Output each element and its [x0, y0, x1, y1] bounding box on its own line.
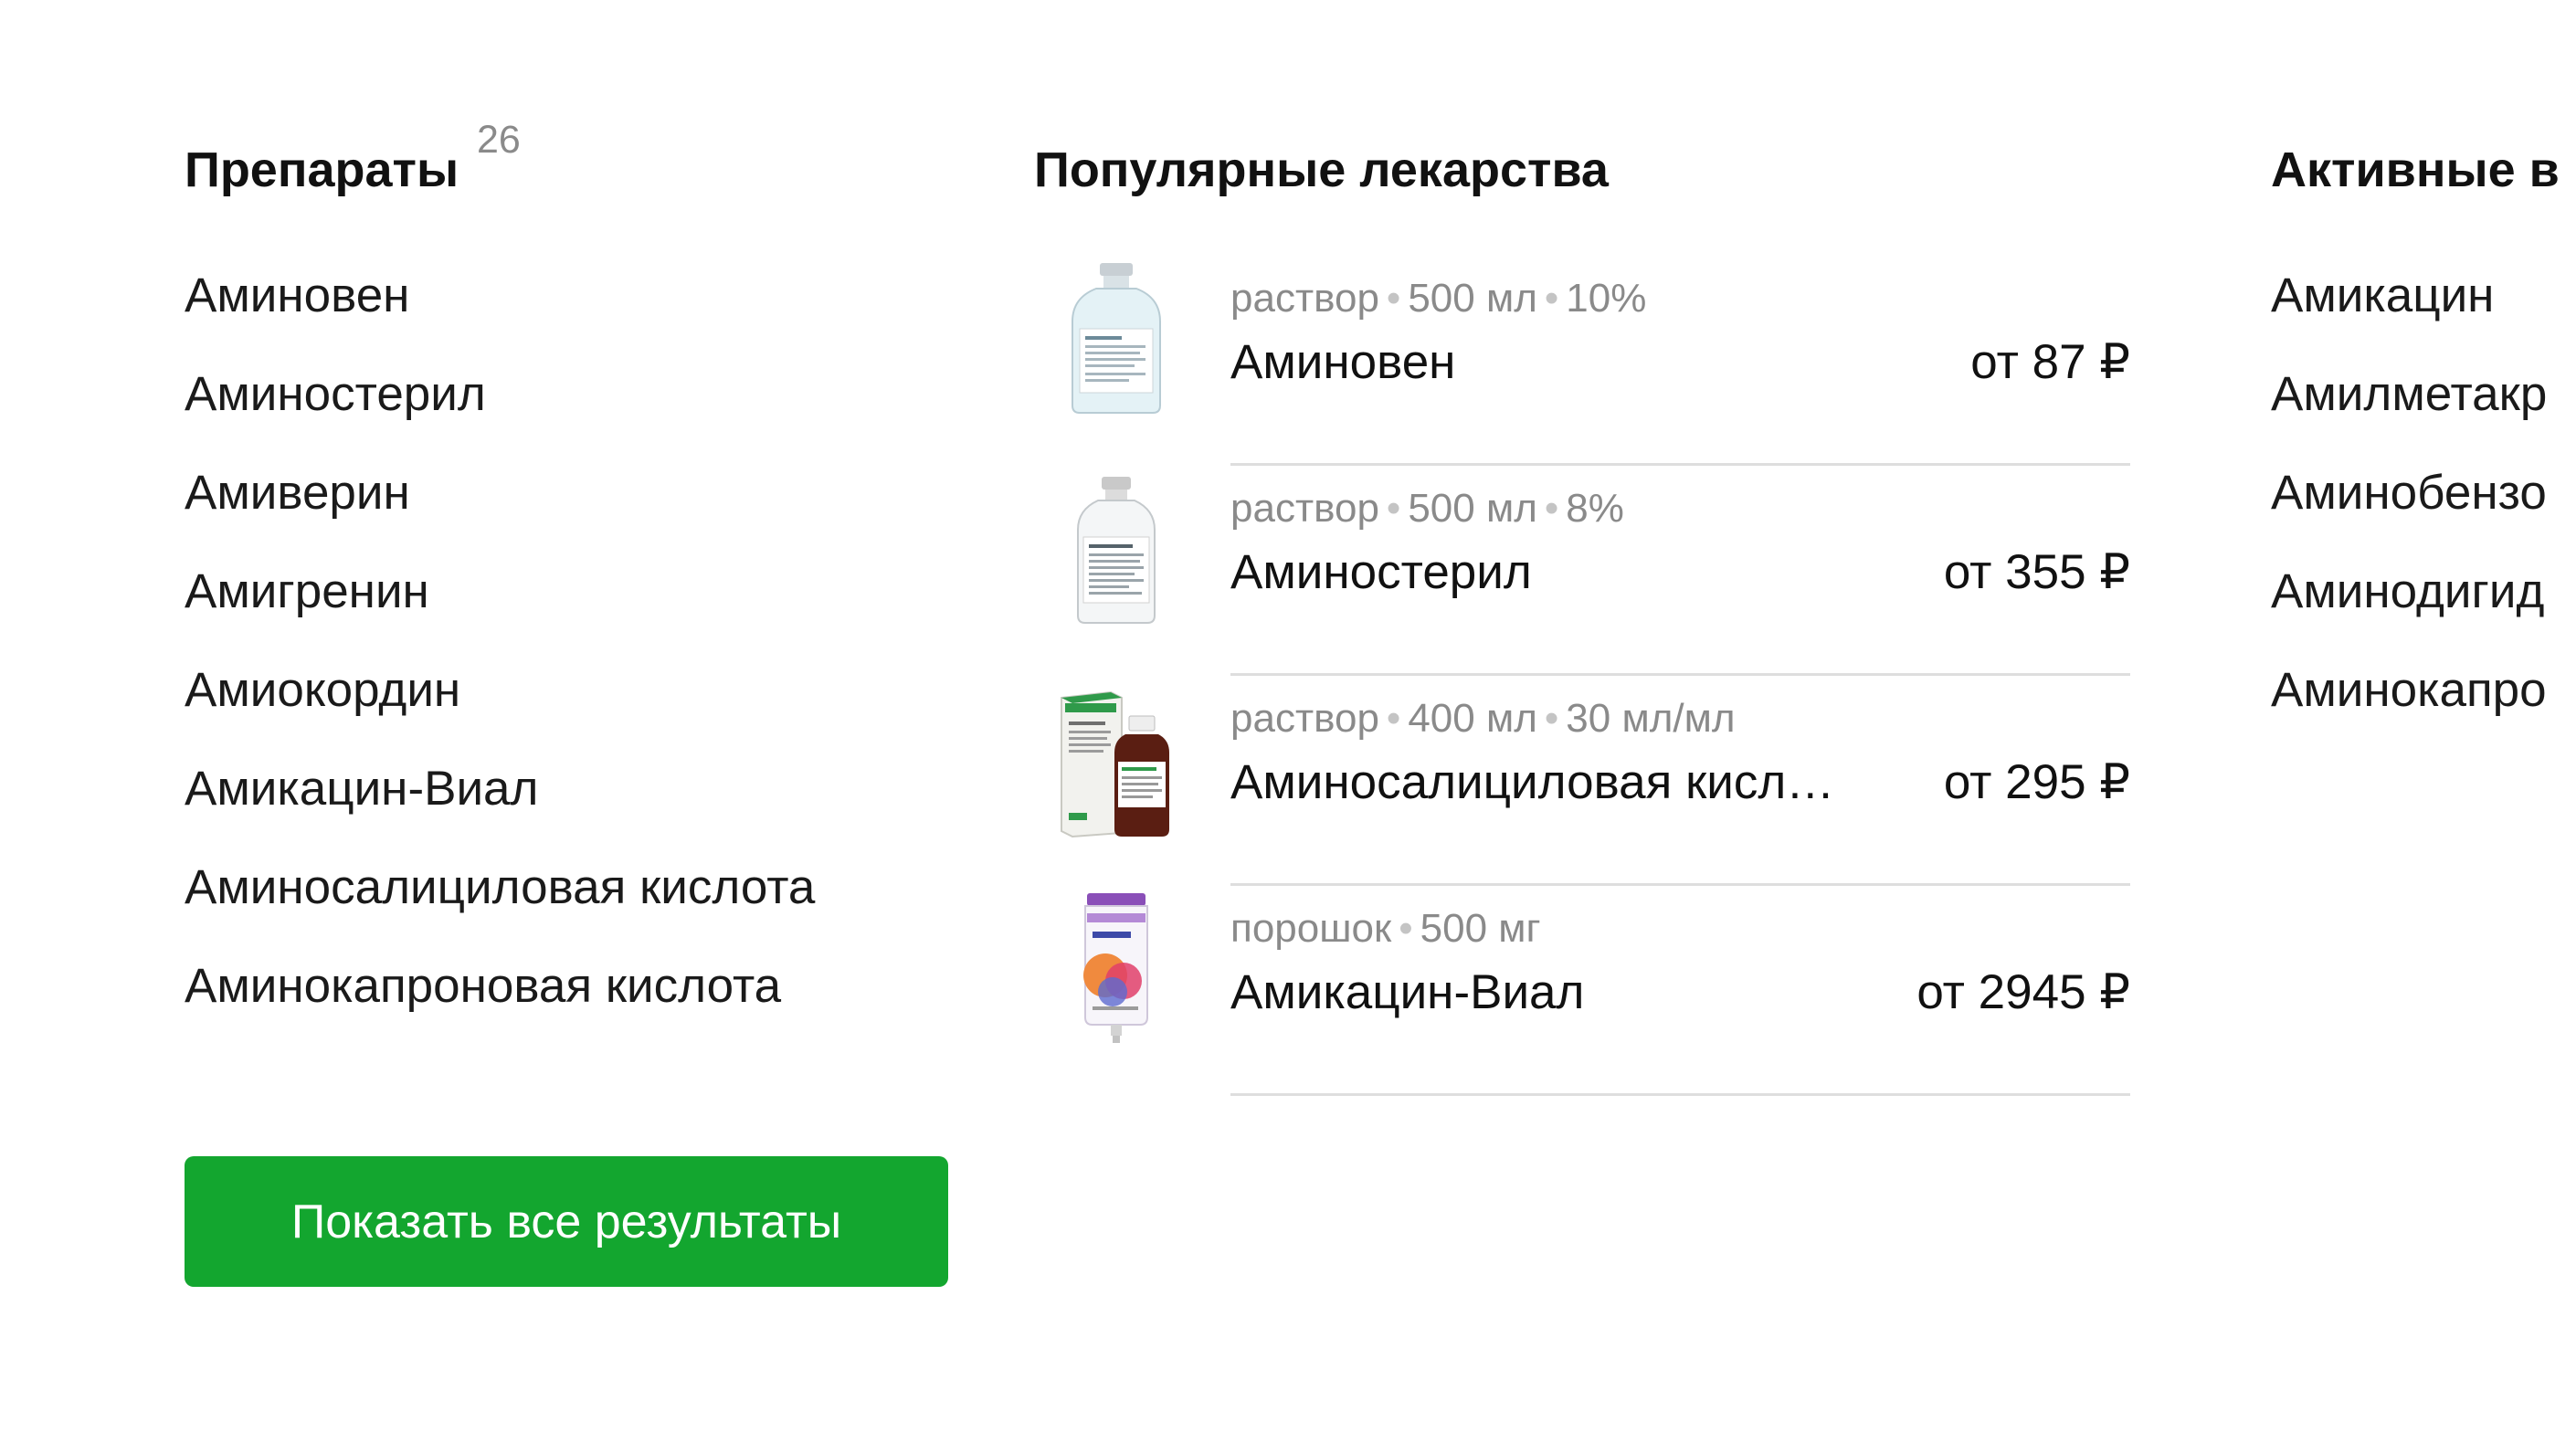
iv-bottle-icon	[1052, 473, 1180, 628]
popular-item-meta: раствор • 400 мл • 30 мл/мл	[1230, 696, 1736, 742]
separator-dot: •	[1386, 486, 1401, 531]
drug-item[interactable]: Аминостерил	[185, 362, 815, 460]
active-substances-title: Активные в	[2271, 142, 2560, 197]
strength: 10%	[1566, 276, 1647, 321]
drug-item[interactable]: Аминосалициловая кислота	[185, 855, 815, 953]
dosage-form: раствор	[1230, 486, 1379, 531]
popular-item-info: раствор • 500 мл • 8% Аминостерил от 355 ₽	[1230, 466, 2130, 676]
iv-bottle-icon	[1052, 261, 1180, 416]
active-substance-item[interactable]: Аминобензо	[2271, 460, 2547, 559]
popular-item-meta: раствор • 500 мл • 10%	[1230, 276, 1646, 321]
popular-item-name: Аминосалициловая кисл…	[1230, 755, 1835, 809]
popular-item-meta: порошок • 500 мг	[1230, 906, 1541, 952]
popular-item[interactable]: порошок • 500 мг Амикацин-Виал от 2945 ₽	[1034, 886, 2130, 1096]
separator-dot: •	[1399, 906, 1413, 951]
drug-item[interactable]: Аминовен	[185, 263, 815, 362]
volume: 500 мг	[1420, 906, 1541, 951]
separator-dot: •	[1544, 486, 1559, 531]
nutrition-pack-icon	[1052, 890, 1180, 1045]
popular-item-price: от 355 ₽	[1943, 545, 2130, 599]
popular-item-price: от 87 ₽	[1970, 335, 2130, 389]
popular-item[interactable]: раствор • 400 мл • 30 мл/мл Аминосалициловая…	[1034, 676, 2130, 886]
popular-item-price: от 2945 ₽	[1916, 965, 2130, 1019]
drug-item[interactable]: Амикацин-Виал	[185, 756, 815, 855]
active-substance-item[interactable]: Аминодигид	[2271, 559, 2547, 658]
popular-title: Популярные лекарства	[1034, 142, 1609, 197]
box-and-bottle-icon	[1052, 685, 1180, 840]
popular-item-name: Амикацин-Виал	[1230, 965, 1585, 1019]
popular-item[interactable]: раствор • 500 мл • 10% Аминовен от 87 ₽	[1034, 256, 2130, 466]
popular-item-info: раствор • 500 мл • 10% Аминовен от 87 ₽	[1230, 256, 2130, 466]
popular-item-info: раствор • 400 мл • 30 мл/мл Аминосалициловая…	[1230, 676, 2130, 886]
dosage-form: раствор	[1230, 696, 1379, 741]
drug-item[interactable]: Аминокапроновая кислота	[185, 953, 815, 1052]
popular-item-name: Аминостерил	[1230, 545, 1532, 599]
drugs-count: 26	[477, 118, 521, 162]
volume: 500 мл	[1408, 486, 1537, 531]
drugs-title: Препараты	[185, 142, 459, 197]
active-substances-column: Активные в Амикацин Амилметакр Аминобенз…	[2271, 0, 2576, 1443]
separator-dot: •	[1544, 696, 1559, 741]
show-all-results-button[interactable]: Показать все результаты	[185, 1156, 948, 1287]
popular-item-meta: раствор • 500 мл • 8%	[1230, 486, 1624, 532]
active-substance-item[interactable]: Амикацин	[2271, 263, 2547, 362]
popular-item-info: порошок • 500 мг Амикацин-Виал от 2945 ₽	[1230, 886, 2130, 1096]
drug-item[interactable]: Амиверин	[185, 460, 815, 559]
popular-item-price: от 295 ₽	[1943, 755, 2130, 809]
strength: 30 мл/мл	[1566, 696, 1736, 741]
separator-dot: •	[1386, 696, 1401, 741]
separator-dot: •	[1544, 276, 1559, 321]
dosage-form: раствор	[1230, 276, 1379, 321]
drugs-list: Аминовен Аминостерил Амиверин Амигренин …	[185, 263, 815, 1052]
active-substances-list: Амикацин Амилметакр Аминобензо Аминодиги…	[2271, 263, 2547, 756]
separator-dot: •	[1386, 276, 1401, 321]
drug-item[interactable]: Амиокордин	[185, 658, 815, 756]
active-substance-item[interactable]: Аминокапро	[2271, 658, 2547, 756]
active-substance-item[interactable]: Амилметакр	[2271, 362, 2547, 460]
strength: 8%	[1566, 486, 1624, 531]
dosage-form: порошок	[1230, 906, 1392, 951]
volume: 400 мл	[1408, 696, 1537, 741]
popular-item-name: Аминовен	[1230, 335, 1456, 389]
popular-item[interactable]: раствор • 500 мл • 8% Аминостерил от 355 ₽	[1034, 466, 2130, 676]
volume: 500 мл	[1408, 276, 1537, 321]
drug-item[interactable]: Амигренин	[185, 559, 815, 658]
